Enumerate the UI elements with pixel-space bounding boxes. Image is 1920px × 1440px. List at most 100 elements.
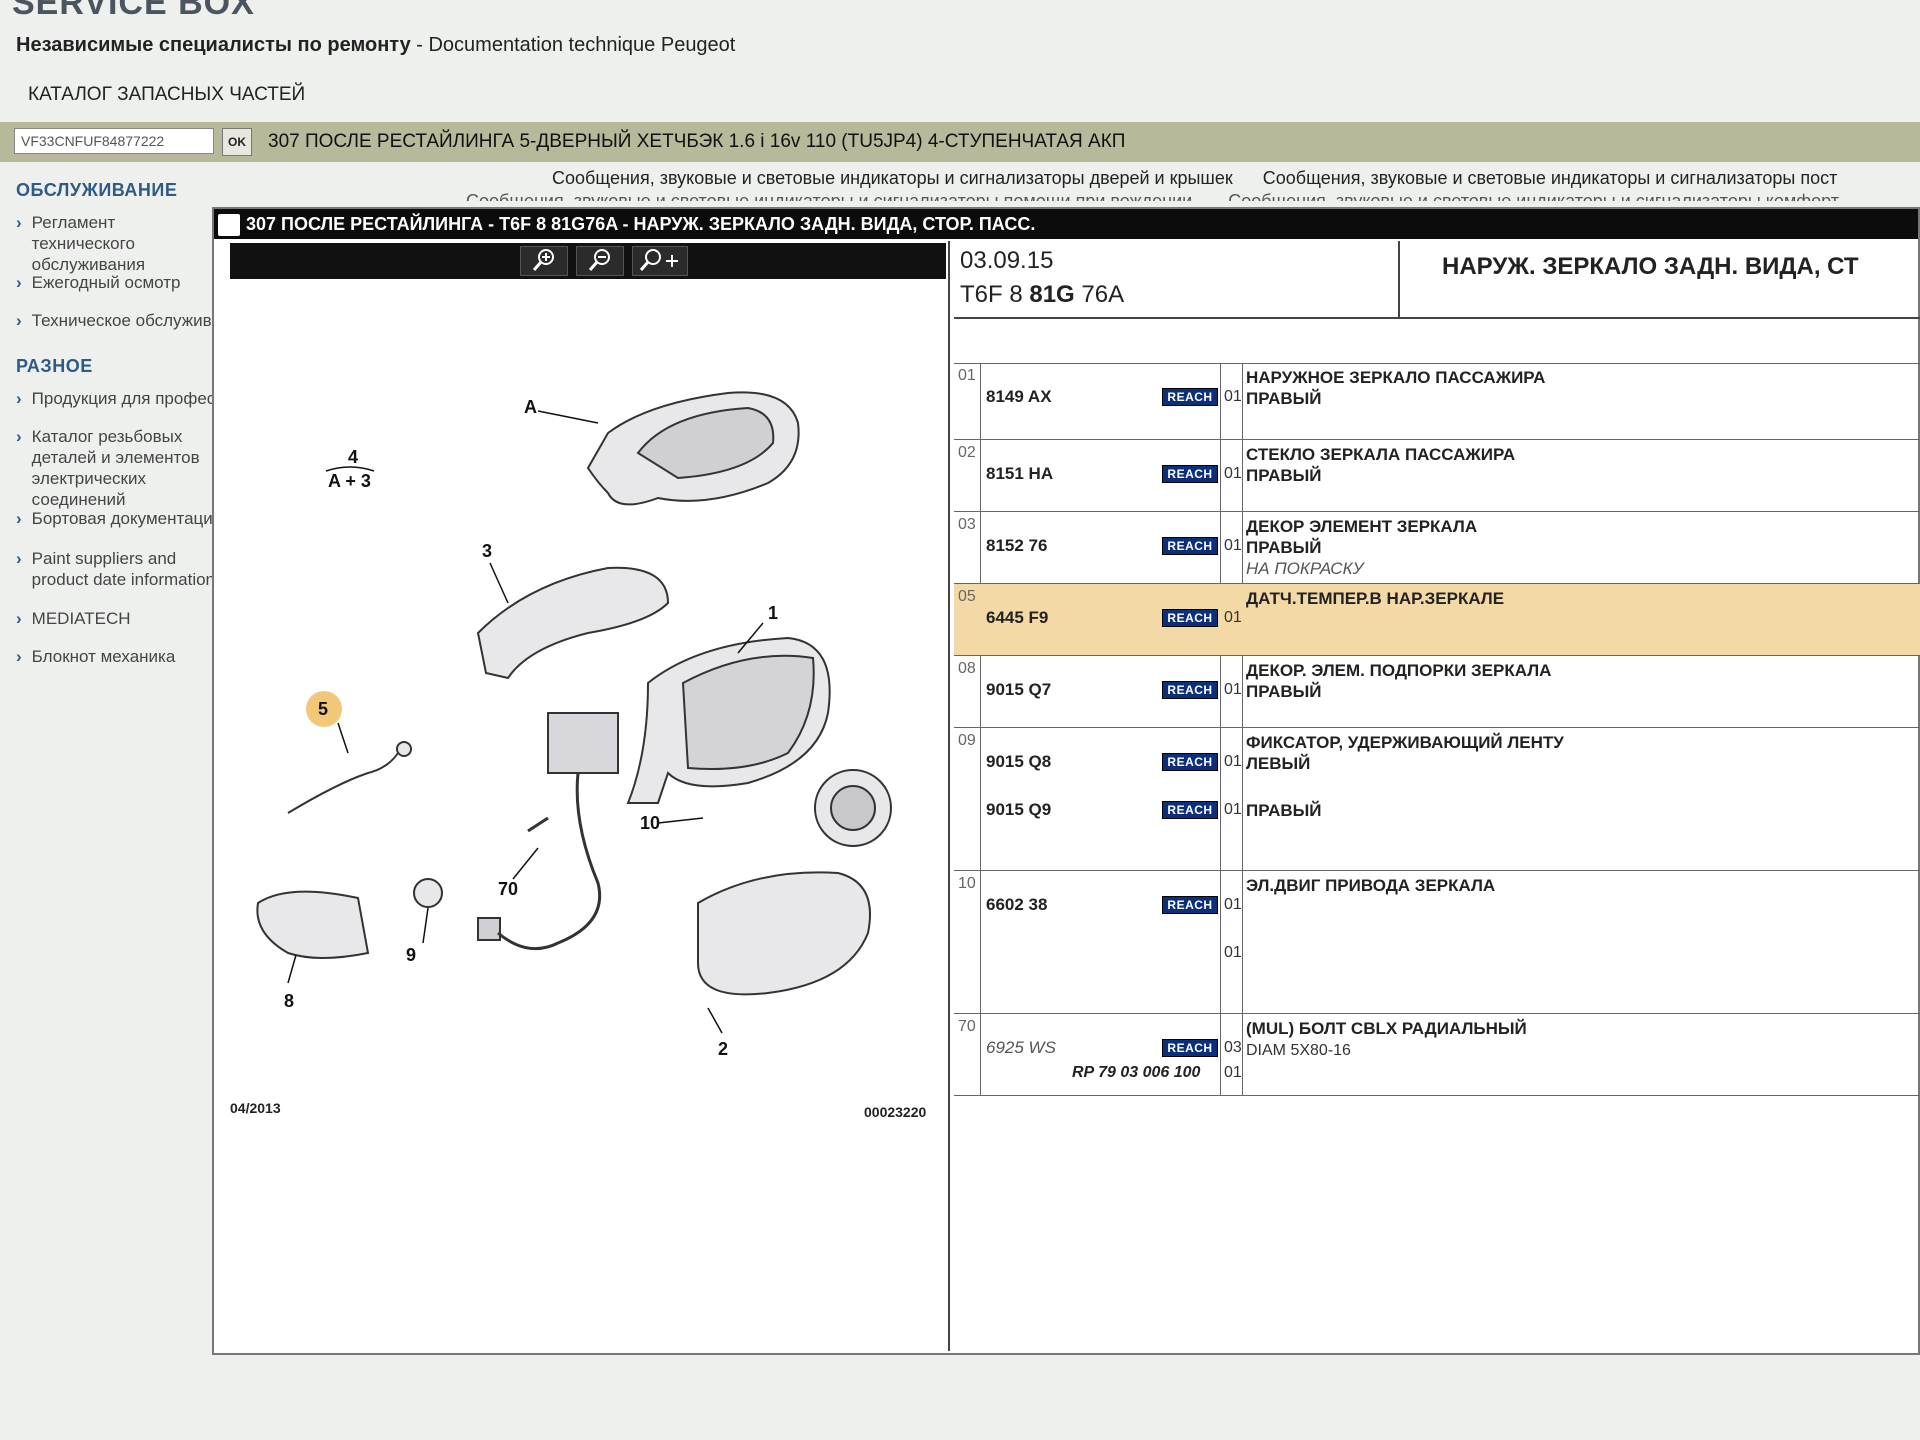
chevron-right-icon: › bbox=[16, 647, 22, 666]
parts-window: 307 ПОСЛЕ РЕСТАЙЛИНГА - T6F 8 81G76A - Н… bbox=[212, 207, 1920, 1355]
row-position: 05 bbox=[958, 588, 976, 605]
sidebar-item-maintenance-schedule[interactable]: › Регламент технического обслуживания bbox=[16, 212, 222, 275]
row-quantity: 01 bbox=[1224, 388, 1242, 405]
bg-message-link[interactable]: Сообщения, звуковые и световые индикатор… bbox=[552, 168, 1233, 188]
row-position: 02 bbox=[958, 444, 976, 461]
part-9-clip bbox=[413, 878, 443, 908]
reach-badge: REACH bbox=[1162, 388, 1218, 406]
row-quantity: 01 bbox=[1224, 896, 1242, 913]
row-quantity: 01 bbox=[1224, 465, 1242, 482]
row-quantity: 03 bbox=[1224, 1039, 1242, 1056]
row-description: ДЕКОР. ЭЛЕМ. ПОДПОРКИ ЗЕРКАЛА ПРАВЫЙ bbox=[1246, 661, 1552, 701]
label-5: 5 bbox=[318, 699, 328, 719]
chevron-right-icon: › bbox=[16, 427, 22, 446]
bg-message-link[interactable]: Сообщения, звуковые и световые индикатор… bbox=[1228, 191, 1839, 201]
parts-header: 03.09.15 T6F 8 81G 76A НАРУЖ. ЗЕРКАЛО ЗА… bbox=[954, 241, 1920, 319]
exploded-diagram[interactable]: A 4 A + 3 3 1 5 10 70 9 8 2 04/2013 0002… bbox=[228, 283, 944, 1243]
row-position: 10 bbox=[958, 875, 976, 892]
bg-message-link[interactable]: Сообщения, звуковые и световые индикатор… bbox=[1263, 168, 1838, 188]
row-quantity: 01 bbox=[1224, 753, 1242, 770]
row-description: НАРУЖНОЕ ЗЕРКАЛО ПАССАЖИРА ПРАВЫЙ bbox=[1246, 368, 1546, 408]
table-row[interactable]: 02 8151 HA REACH 01 СТЕКЛО ЗЕРКАЛА ПАССА… bbox=[954, 440, 1920, 512]
row-reference: 6925 WS bbox=[986, 1038, 1056, 1057]
vin-input[interactable] bbox=[14, 128, 214, 154]
zoom-pan-icon[interactable] bbox=[632, 246, 688, 276]
table-row[interactable]: 01 8149 AX REACH 01 НАРУЖНОЕ ЗЕРКАЛО ПАС… bbox=[954, 363, 1920, 440]
sidebar-item-tech-service[interactable]: ›Техническое обслуживание bbox=[16, 310, 222, 331]
table-row[interactable]: 10 6602 38 REACH 01 01 ЭЛ.ДВИГ ПРИВОДА З… bbox=[954, 871, 1920, 1014]
chevron-right-icon: › bbox=[16, 213, 22, 232]
table-row[interactable]: 09 9015 Q8 REACH 01 ФИКСАТОР, УДЕРЖИВАЮЩ… bbox=[954, 728, 1920, 871]
row-quantity: 01 bbox=[1224, 681, 1242, 698]
window-title: 307 ПОСЛЕ РЕСТАЙЛИНГА - T6F 8 81G76A - Н… bbox=[246, 214, 1036, 234]
app-subtitle: Независимые специалисты по ремонту - Doc… bbox=[16, 34, 735, 57]
label-8: 8 bbox=[284, 991, 294, 1011]
row-description: ЭЛ.ДВИГ ПРИВОДА ЗЕРКАЛА bbox=[1246, 876, 1496, 895]
chevron-right-icon: › bbox=[16, 389, 22, 408]
row-position: 08 bbox=[958, 660, 976, 677]
reach-badge: REACH bbox=[1162, 753, 1218, 771]
vin-ok-button[interactable]: OK bbox=[222, 128, 252, 156]
row-reference: 9015 Q7 bbox=[986, 680, 1052, 699]
label-2: 2 bbox=[718, 1039, 728, 1059]
vin-bar: OK 307 ПОСЛЕ РЕСТАЙЛИНГА 5-ДВЕРНЫЙ ХЕТЧБ… bbox=[0, 122, 1920, 162]
zoom-out-icon[interactable] bbox=[576, 246, 624, 276]
sidebar-item-pro-products[interactable]: ›Продукция для профессионалов bbox=[16, 388, 222, 409]
reach-badge: REACH bbox=[1162, 801, 1218, 819]
row-quantity: 01 bbox=[1224, 609, 1242, 626]
label-4: 4 bbox=[348, 447, 358, 467]
reach-badge: REACH bbox=[1162, 681, 1218, 699]
table-row[interactable]: 70 6925 WS REACH 03 01 RP 79 03 006 100 … bbox=[954, 1014, 1920, 1096]
chevron-right-icon: › bbox=[16, 273, 22, 292]
table-row[interactable]: 08 9015 Q7 REACH 01 ДЕКОР. ЭЛЕМ. ПОДПОРК… bbox=[954, 656, 1920, 728]
part-2-glass bbox=[697, 871, 871, 996]
row-description: (MUL) БОЛТ CBLX РАДИАЛЬНЫЙ DIAM 5X80-16 bbox=[1246, 1019, 1527, 1059]
part-connector bbox=[477, 917, 501, 941]
sidebar-item-annual-check[interactable]: › Ежегодный осмотр bbox=[16, 272, 222, 293]
row-reference: 8152 76 bbox=[986, 536, 1048, 555]
row-reference: 8151 HA bbox=[986, 464, 1054, 483]
background-messages-2: Сообщения, звуковые и световые индикатор… bbox=[466, 191, 1839, 201]
sidebar-item-mediatech[interactable]: › MEDIATECH bbox=[16, 608, 222, 629]
zoom-in-icon[interactable] bbox=[520, 246, 568, 276]
row-description: ДАТЧ.ТЕМПЕР.В НАР.ЗЕРКАЛЕ bbox=[1246, 589, 1505, 608]
sidebar-item-mechanic-notebook[interactable]: › Блокнот механика bbox=[16, 646, 222, 667]
row-quantity: 01 bbox=[1224, 537, 1242, 554]
reach-badge: REACH bbox=[1162, 537, 1218, 555]
row-position: 09 bbox=[958, 732, 976, 749]
wiring-harness bbox=[497, 772, 602, 951]
subtitle-bold: Независимые специалисты по ремонту bbox=[16, 34, 411, 56]
row-reference: 9015 Q8 bbox=[986, 752, 1052, 771]
catalog-title: КАТАЛОГ ЗАПАСНЫХ ЧАСТЕЙ bbox=[28, 84, 306, 105]
row-description: ДЕКОР ЭЛЕМЕНТ ЗЕРКАЛА ПРАВЫЙ НА ПОКРАСКУ bbox=[1246, 517, 1478, 578]
part-8-lower-cover bbox=[256, 890, 370, 959]
diagram-toolbar bbox=[230, 243, 946, 279]
reach-badge: REACH bbox=[1162, 1039, 1218, 1057]
header-separator bbox=[1398, 241, 1400, 317]
sidebar-item-fasteners-catalog[interactable]: › Каталог резьбовых деталей и элементов э… bbox=[16, 426, 222, 510]
chevron-right-icon: › bbox=[16, 549, 22, 568]
row-position: 70 bbox=[958, 1018, 976, 1035]
table-row-selected[interactable]: 05 6445 F9 REACH 01 ДАТЧ.ТЕМПЕР.В НАР.ЗЕ… bbox=[954, 584, 1920, 656]
row-position: 03 bbox=[958, 516, 976, 533]
row-description: ФИКСАТОР, УДЕРЖИВАЮЩИЙ ЛЕНТУ ЛЕВЫЙ bbox=[1246, 733, 1564, 773]
part-5-sensor-wire bbox=[287, 752, 399, 814]
reach-badge: REACH bbox=[1162, 896, 1218, 914]
table-row[interactable]: 03 8152 76 REACH 01 ДЕКОР ЭЛЕМЕНТ ЗЕРКАЛ… bbox=[954, 512, 1920, 584]
app-brand: SERVICE BOX bbox=[12, 0, 255, 22]
bg-message-link[interactable]: Сообщения, звуковые и световые индикатор… bbox=[466, 191, 1192, 201]
reach-badge: REACH bbox=[1162, 465, 1218, 483]
chevron-right-icon: › bbox=[16, 609, 22, 628]
part-70-bolt bbox=[527, 816, 549, 833]
header-title: НАРУЖ. ЗЕРКАЛО ЗАДН. ВИДА, СТ bbox=[1442, 253, 1859, 280]
row-quantity: 01 bbox=[1224, 944, 1242, 961]
sidebar-item-paint-suppliers[interactable]: › Paint suppliers and product date inform… bbox=[16, 548, 222, 590]
label-a: A bbox=[524, 397, 537, 417]
chevron-right-icon: › bbox=[16, 509, 22, 528]
window-title-bar: 307 ПОСЛЕ РЕСТАЙЛИНГА - T6F 8 81G76A - Н… bbox=[214, 209, 1918, 239]
sidebar-item-onboard-docs[interactable]: › Бортовая документация bbox=[16, 508, 222, 529]
vehicle-description: 307 ПОСЛЕ РЕСТАЙЛИНГА 5-ДВЕРНЫЙ ХЕТЧБЭК … bbox=[268, 131, 1126, 152]
diagram-date: 04/2013 bbox=[230, 1100, 281, 1116]
part-mount-block bbox=[547, 712, 619, 774]
part-3-cover bbox=[476, 566, 670, 680]
